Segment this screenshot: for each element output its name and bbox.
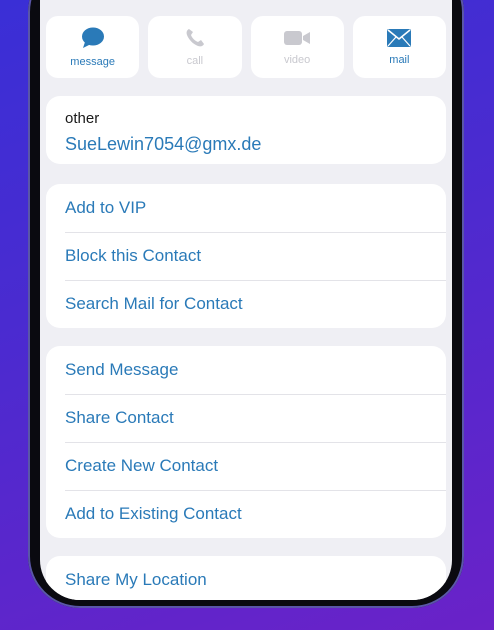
video-camera-icon: [284, 31, 311, 45]
add-to-vip-button[interactable]: Add to VIP: [46, 184, 446, 232]
vip-actions-group: Add to VIP Block this Contact Search Mai…: [46, 184, 446, 328]
message-action-button[interactable]: message: [46, 16, 140, 78]
email-type-label: other: [65, 110, 100, 127]
phone-icon: [186, 29, 204, 47]
email-field-card: other SueLewin7054@gmx.de: [46, 96, 446, 164]
video-action-label: video: [283, 54, 311, 66]
search-mail-button[interactable]: Search Mail for Contact: [46, 280, 446, 328]
email-address-link[interactable]: SueLewin7054@gmx.de: [65, 134, 261, 155]
call-action-label: call: [186, 55, 204, 67]
location-actions-group: Share My Location: [46, 556, 446, 600]
add-to-existing-contact-button[interactable]: Add to Existing Contact: [46, 490, 446, 538]
share-actions-group: Send Message Share Contact Create New Co…: [46, 346, 446, 538]
mail-action-button[interactable]: mail: [352, 16, 446, 78]
message-action-label: message: [70, 56, 115, 68]
create-new-contact-button[interactable]: Create New Contact: [46, 442, 446, 490]
call-action-button[interactable]: call: [148, 16, 242, 78]
block-contact-button[interactable]: Block this Contact: [46, 232, 446, 280]
mail-action-label: mail: [389, 54, 410, 66]
share-location-button[interactable]: Share My Location: [46, 556, 446, 600]
quick-actions-bar: message call video mail: [46, 16, 446, 78]
message-bubble-icon: [81, 27, 104, 48]
share-contact-button[interactable]: Share Contact: [46, 394, 446, 442]
envelope-icon: [387, 29, 412, 47]
contact-screen: message call video mail other SueLewin70…: [40, 0, 452, 600]
video-action-button[interactable]: video: [250, 16, 344, 78]
send-message-button[interactable]: Send Message: [46, 346, 446, 394]
